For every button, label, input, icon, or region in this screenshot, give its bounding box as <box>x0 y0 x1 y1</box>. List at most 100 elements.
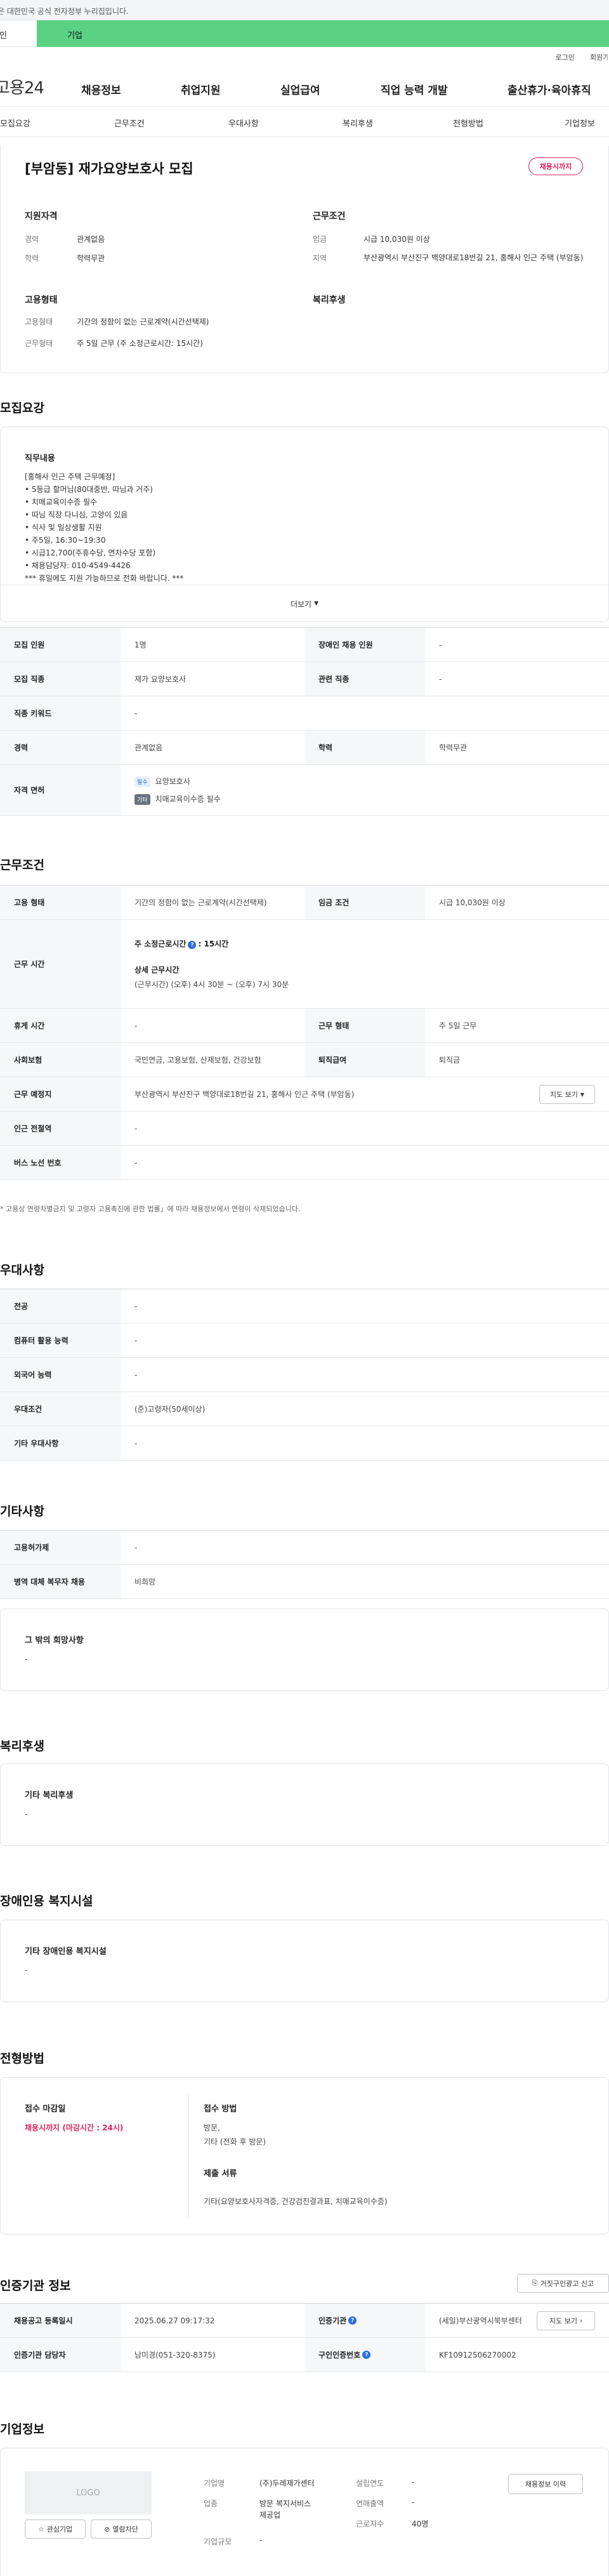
work-time-detail: 주 소정근로시간?: 15시간 상세 근무시간 (근무시간) (오후) 4시 3… <box>134 939 289 990</box>
recruit-table: 모집 인원 1명 장애인 채용 인원 - 모집 직종 재가 요양보호사 관련 직종 - … <box>0 627 609 816</box>
cert-section-title: 인증기관 정보 <box>0 2279 71 2293</box>
table-row: 외국어 능력 - <box>0 1358 609 1392</box>
duty-content: [홍해사 인근 주택 근무예정] • 5등급 할머님(80대중반, 따님과 거주)… <box>25 470 183 585</box>
chevron-down-icon: ▼ <box>314 601 319 607</box>
duty-card: 직무내용 [홍해사 인근 주택 근무예정] • 5등급 할머님(80대중반, 따님… <box>0 427 609 622</box>
table-row: 우대조건 (준)고령자(50세이상) <box>0 1392 609 1426</box>
gov-banner: 이 누리집은 대한민국 공식 전자정부 누리집입니다. <box>0 0 609 20</box>
cert-table: 채용공고 등록일시 2025.06.27 09:17:32 인증기관? (세일)부산… <box>0 2303 609 2372</box>
license-list: 필수 요양보호사 기타 치매교육이수증 필수 <box>121 765 609 815</box>
star-icon: ☆ <box>37 2525 44 2533</box>
table-row: 자격 면허 필수 요양보호사 기타 치매교육이수증 필수 <box>0 765 609 816</box>
login-link[interactable]: 로그인 <box>556 52 575 62</box>
table-row: 모집 인원 1명 장애인 채용 인원 - <box>0 628 609 662</box>
help-icon[interactable]: ? <box>348 2316 357 2325</box>
etc-table: 고용허가제 - 병역 대체 복무자 채용 비희망 <box>0 1530 609 1599</box>
duty-line: [홍해사 인근 주택 근무예정] <box>25 472 115 481</box>
section-anchor-nav: 모집요강 근무조건 우대사항 복리후생 전형방법 기업정보 <box>0 107 609 137</box>
help-icon[interactable]: ? <box>188 941 197 950</box>
report-fake-ad-button[interactable]: ⎘ 거짓구인광고 신고 <box>517 2274 609 2293</box>
welfare-section-title: 복리후생 <box>0 1739 44 1753</box>
table-row: 채용공고 등록일시 2025.06.27 09:17:32 인증기관? (세일)부산… <box>0 2304 609 2338</box>
etc-section-title: 기타사항 <box>0 1504 44 1518</box>
anchor-company[interactable]: 기업정보 <box>565 117 595 129</box>
table-row: 버스 노선 번호 - <box>0 1146 609 1180</box>
anchor-process[interactable]: 전형방법 <box>453 117 483 129</box>
anchor-work[interactable]: 근무조건 <box>114 117 145 129</box>
anchor-welfare[interactable]: 복리후생 <box>343 117 373 129</box>
site-logo[interactable]: 고용24 <box>0 75 74 98</box>
duty-title: 직무내용 <box>25 454 55 463</box>
favorite-company-button[interactable]: ☆ 관심기업 <box>25 2520 86 2539</box>
company-logo: LOGO <box>25 2471 152 2514</box>
table-row: 사회보험 국민연금, 고용보험, 산재보험, 건강보험 퇴직급여 퇴직금 <box>0 1043 609 1077</box>
summary-card: [부암동] 재가요양보호사 모집 채용시까지 지원자격 경력 관계없음 학력 학력무… <box>0 146 609 373</box>
employment-type-list: 고용형태 기간의 정함이 없는 근로계약(시간선택제) 근무형태 주 5일 근무 (… <box>25 317 209 348</box>
chevron-down-icon: ▼ <box>580 1091 585 1098</box>
table-row: 경력 관계없음 학력 학력무관 <box>0 731 609 765</box>
prefer-section-title: 우대사항 <box>0 1263 44 1277</box>
table-row: 기타 우대사항 - <box>0 1426 609 1461</box>
welfare-card: 기타 복리후생 - <box>0 1763 609 1846</box>
table-row: 고용 형태 기간의 정함이 없는 근로계약(시간선택제) 임금 조건 시급 10,0… <box>0 886 609 920</box>
company-card: LOGO ☆ 관심기업 ⊘ 열람차단 기업명 (주)두레재가센터 업종 방문 복지서비스… <box>0 2448 609 2576</box>
help-icon[interactable]: ? <box>362 2351 371 2359</box>
gnb-employment-support[interactable]: 취업지원 <box>181 81 221 97</box>
block-icon: ⊘ <box>104 2525 110 2533</box>
disabled-card: 기타 장애인용 복지시설 - <box>0 1920 609 2002</box>
process-deadline: 채용시까지 (마감시간 : 24시) <box>25 2123 124 2132</box>
disabled-section-title: 장애인용 복지시설 <box>0 1894 93 1908</box>
table-row: 모집 직종 재가 요양보호사 관련 직종 - <box>0 662 609 696</box>
recruit-section-title: 모집요강 <box>0 401 44 415</box>
anchor-prefer[interactable]: 우대사항 <box>228 117 259 129</box>
cert-map-button[interactable]: 지도 보기 › <box>537 2311 595 2330</box>
company-info-right: 설립연도 - 연매출액 - 근로자수 40명 <box>356 2478 429 2528</box>
company-section-title: 기업정보 <box>0 2422 44 2436</box>
duty-line: • 따님 직장 다니심, 고양이 있음 <box>25 510 128 519</box>
employment-type-title: 고용형태 <box>25 295 58 305</box>
table-row: 컴퓨터 활용 능력 - <box>0 1324 609 1358</box>
work-table: 고용 형태 기간의 정함이 없는 근로계약(시간선택제) 임금 조건 시급 10,0… <box>0 885 609 1180</box>
block-view-button[interactable]: ⊘ 열람차단 <box>91 2520 152 2539</box>
duty-line: • 식사 및 일상생활 지원 <box>25 523 102 532</box>
qualification-title: 지원자격 <box>25 211 58 222</box>
process-card: 접수 마감일 채용시까지 (마감시간 : 24시) 접수 방법 방문, 기타 (… <box>0 2077 609 2234</box>
table-row: 휴게 시간 - 근무 형태 주 5일 근무 <box>0 1009 609 1043</box>
gnb-jobs[interactable]: 채용정보 <box>81 81 121 97</box>
hiring-history-button[interactable]: 채용정보 이력 <box>508 2474 583 2494</box>
deadline-badge: 채용시까지 <box>528 157 583 175</box>
work-map-button[interactable]: 지도 보기 ▼ <box>539 1085 595 1104</box>
gnb-unemployment-benefit[interactable]: 실업급여 <box>280 81 320 97</box>
tab-company[interactable]: 기업 <box>37 20 609 47</box>
work-section-title: 근무조건 <box>0 858 44 872</box>
tab-personal[interactable]: 개인 <box>0 20 37 47</box>
join-link[interactable]: 회원가입 <box>590 52 608 62</box>
gnb-skills-development[interactable]: 직업 능력 개발 <box>381 81 448 97</box>
qualification-list: 경력 관계없음 학력 학력무관 <box>25 235 105 263</box>
other-wish-card: 그 밖의 희망사항 - <box>0 1609 609 1691</box>
global-nav: 고용24 채용정보 취업지원 실업급여 직업 능력 개발 출산휴가·육아휴직 <box>0 67 609 107</box>
welfare-summary-title: 복리후생 <box>313 295 346 305</box>
duty-line: • 채용담당자: 010-4549-4426 <box>25 561 131 570</box>
more-button[interactable]: 더보기 ▼ <box>1 586 608 621</box>
process-section-title: 전형방법 <box>0 2052 44 2066</box>
table-row: 직종 키워드 - <box>0 696 609 731</box>
gov-banner-text: 이 누리집은 대한민국 공식 전자정부 누리집입니다. <box>0 7 129 16</box>
condition-list: 임금 시급 10,030원 이상 지역 부산광역시 부산진구 백양대로18번길 21… <box>313 235 584 263</box>
duty-line: • 치매교육이수증 필수 <box>25 498 98 507</box>
utility-menu: 로그인 회원가입 <box>0 47 609 67</box>
duty-line: • 5등급 할머님(80대중반, 따님과 거주) <box>25 485 153 494</box>
anchor-recruit[interactable]: 모집요강 <box>0 117 30 129</box>
company-info-left: 기업명 (주)두레재가센터 업종 방문 복지서비스 제공업 기업규모 - <box>204 2479 315 2546</box>
user-type-tabs: 개인 기업 <box>0 20 609 47</box>
table-row: 병역 대체 복무자 채용 비희망 <box>0 1565 609 1599</box>
divider <box>188 2094 189 2219</box>
chevron-right-icon: › <box>579 2317 582 2325</box>
duty-line: *** 휴일에도 지원 가능하므로 전화 바랍니다. *** <box>25 574 184 583</box>
duty-line: • 주5일, 16:30~19:30 <box>25 536 106 545</box>
gnb-parental-leave[interactable]: 출산휴가·육아휴직 <box>508 81 591 97</box>
condition-title: 근무조건 <box>313 211 346 222</box>
report-icon: ⎘ <box>532 2279 538 2287</box>
job-title: [부암동] 재가요양보호사 모집 <box>25 161 193 176</box>
table-row: 고용허가제 - <box>0 1530 609 1565</box>
